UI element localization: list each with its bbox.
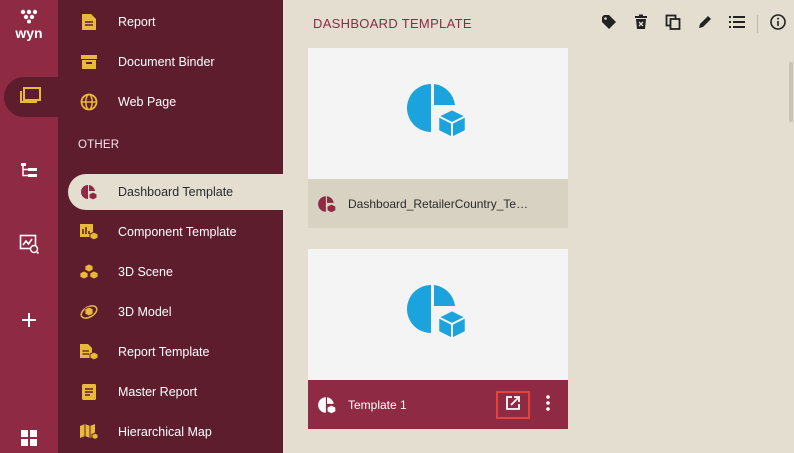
component-template-icon bbox=[78, 221, 100, 243]
app-rail: wyn bbox=[0, 0, 58, 453]
toolbar-divider bbox=[757, 15, 758, 33]
dashboard-template-icon bbox=[406, 280, 470, 349]
3d-scene-icon bbox=[78, 261, 100, 283]
dashboard-template-icon bbox=[406, 79, 470, 148]
toolbar bbox=[593, 10, 794, 38]
rail-documents-button[interactable] bbox=[4, 77, 58, 117]
nav-item-label: Report bbox=[118, 15, 156, 29]
wyn-logo[interactable]: wyn bbox=[0, 0, 58, 48]
open-in-new-window-button[interactable] bbox=[496, 391, 530, 419]
nav-item-label: Hierarchical Map bbox=[118, 425, 212, 439]
wyn-logo-text: wyn bbox=[14, 25, 42, 41]
globe-icon bbox=[78, 91, 100, 113]
nav-item-label: Component Template bbox=[118, 225, 237, 239]
template-card[interactable]: Dashboard_RetailerCountry_Tem... bbox=[308, 48, 568, 228]
nav-item-report-template[interactable]: Report Template bbox=[68, 334, 283, 370]
rail-apps-button[interactable] bbox=[0, 420, 58, 453]
nav-item-label: Document Binder bbox=[118, 55, 215, 69]
report-template-icon bbox=[78, 341, 100, 363]
list-view-button[interactable] bbox=[721, 10, 753, 38]
nav-item-dashboard-template[interactable]: Dashboard Template bbox=[68, 174, 283, 210]
nav-item-3d-scene[interactable]: 3D Scene bbox=[68, 254, 283, 290]
folder-icon bbox=[20, 86, 42, 109]
nav-item-label: Dashboard Template bbox=[118, 185, 234, 199]
nav-item-hierarchical-map[interactable]: Hierarchical Map bbox=[68, 414, 283, 450]
copy-button[interactable] bbox=[657, 10, 689, 38]
template-thumbnail[interactable] bbox=[308, 249, 568, 380]
more-options-button[interactable] bbox=[538, 391, 558, 419]
info-icon bbox=[770, 13, 786, 35]
dashboard-template-icon bbox=[78, 181, 100, 203]
nav-item-component-template[interactable]: Component Template bbox=[68, 214, 283, 250]
template-card-footer: Dashboard_RetailerCountry_Tem... bbox=[308, 179, 568, 228]
hierarchical-map-icon bbox=[78, 421, 100, 443]
scrollbar-thumb[interactable] bbox=[789, 62, 793, 122]
nav-item-label: Report Template bbox=[118, 345, 210, 359]
report-icon bbox=[78, 11, 100, 33]
hierarchy-icon bbox=[20, 162, 38, 183]
nav-item-document-binder[interactable]: Document Binder bbox=[68, 44, 283, 80]
main-content: DASHBOARD TEMPLATE Dashboard_RetailerCou… bbox=[283, 0, 794, 453]
open-external-icon bbox=[505, 395, 521, 416]
nav-item-label: 3D Scene bbox=[118, 265, 173, 279]
side-nav: Report Document Binder Web Page OTHER Da… bbox=[58, 0, 283, 453]
copy-icon bbox=[665, 14, 681, 35]
template-card-footer: Template 1 bbox=[308, 380, 568, 429]
tag-icon bbox=[601, 14, 617, 35]
edit-icon bbox=[697, 14, 713, 35]
nav-item-label: Web Page bbox=[118, 95, 177, 109]
page-title: DASHBOARD TEMPLATE bbox=[313, 16, 472, 31]
nav-item-report[interactable]: Report bbox=[68, 4, 283, 40]
rail-create-button[interactable] bbox=[0, 302, 58, 342]
rail-hierarchy-button[interactable] bbox=[0, 152, 58, 192]
monitor-chart-icon bbox=[19, 234, 40, 259]
dashboard-template-icon bbox=[316, 193, 338, 215]
delete-button[interactable] bbox=[625, 10, 657, 38]
list-icon bbox=[729, 15, 745, 34]
nav-item-web-page[interactable]: Web Page bbox=[68, 84, 283, 120]
nav-item-label: Master Report bbox=[118, 385, 198, 399]
tag-button[interactable] bbox=[593, 10, 625, 38]
edit-button[interactable] bbox=[689, 10, 721, 38]
template-card[interactable]: Template 1 bbox=[308, 249, 568, 429]
3d-model-icon bbox=[78, 301, 100, 323]
info-button[interactable] bbox=[762, 10, 794, 38]
more-vertical-icon bbox=[546, 394, 550, 416]
master-report-icon bbox=[78, 381, 100, 403]
nav-item-master-report[interactable]: Master Report bbox=[68, 374, 283, 410]
rail-monitor-button[interactable] bbox=[0, 226, 58, 266]
template-thumbnail[interactable] bbox=[308, 48, 568, 179]
plus-icon bbox=[21, 312, 37, 333]
binder-icon bbox=[78, 51, 100, 73]
nav-item-3d-model[interactable]: 3D Model bbox=[68, 294, 283, 330]
nav-section-other: OTHER bbox=[78, 139, 120, 151]
template-name: Dashboard_RetailerCountry_Tem... bbox=[348, 196, 533, 211]
grid-icon bbox=[21, 429, 37, 451]
delete-icon bbox=[634, 14, 648, 35]
scrollbar[interactable] bbox=[788, 48, 794, 448]
dashboard-template-icon bbox=[316, 394, 338, 416]
nav-item-label: 3D Model bbox=[118, 305, 172, 319]
template-name: Template 1 bbox=[348, 397, 407, 412]
